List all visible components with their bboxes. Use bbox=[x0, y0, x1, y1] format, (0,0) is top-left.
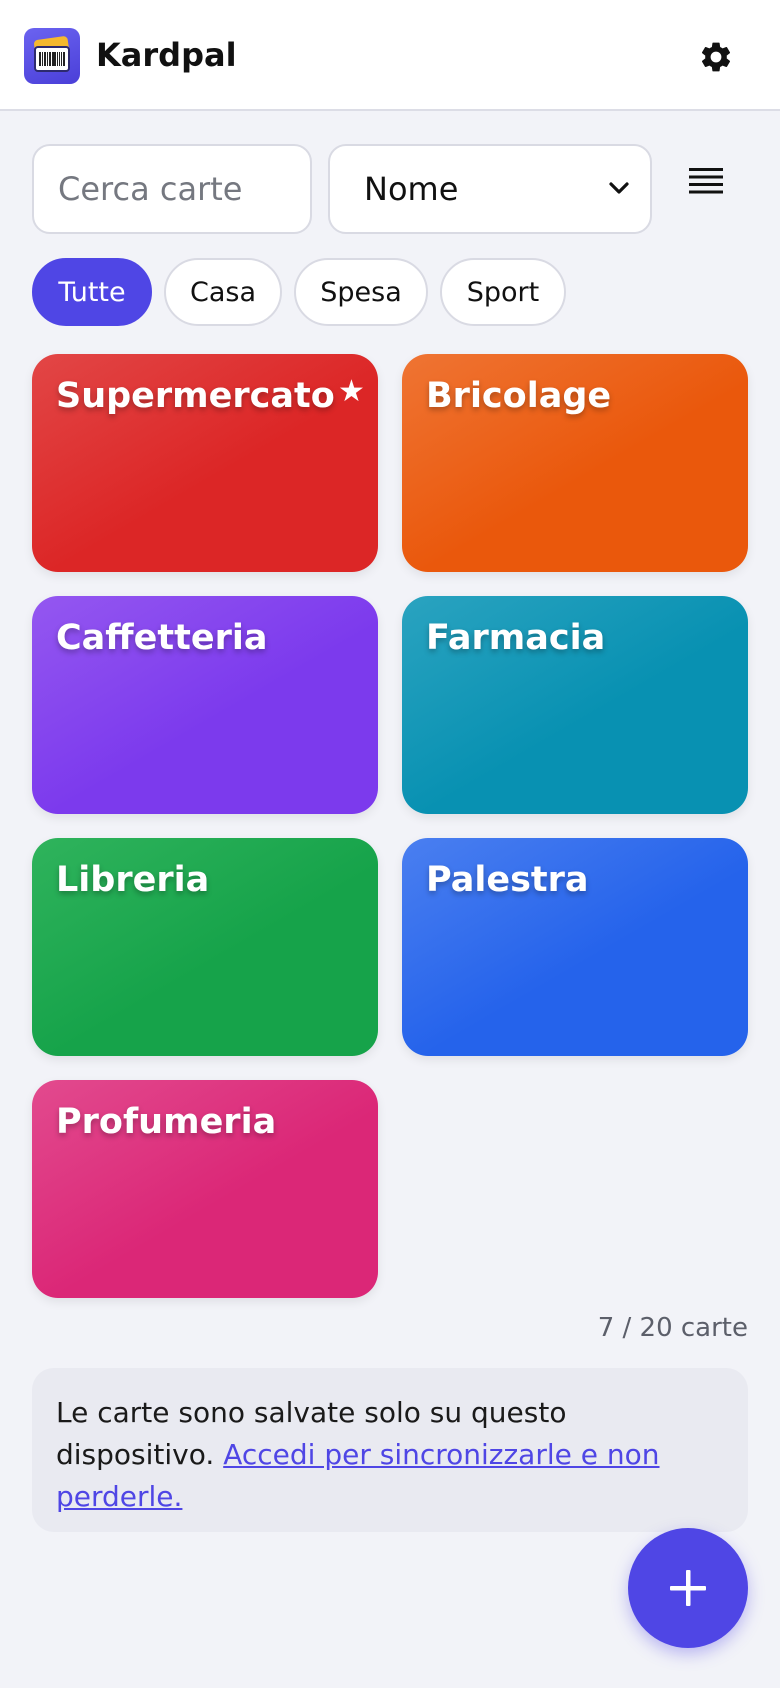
card-name: Bricolage bbox=[426, 376, 612, 416]
filter-chip-spesa[interactable]: Spesa bbox=[294, 258, 428, 326]
card-name: Libreria bbox=[56, 860, 210, 900]
filter-chip-label: Sport bbox=[466, 276, 540, 308]
add-card-button[interactable] bbox=[628, 1528, 748, 1648]
search-input[interactable] bbox=[32, 144, 312, 234]
star-icon: ★ bbox=[338, 374, 365, 409]
card-farmacia[interactable]: Farmacia bbox=[402, 596, 748, 814]
card-count: 7 / 20 carte bbox=[597, 1313, 748, 1343]
loyalty-card-logo-icon bbox=[24, 28, 80, 84]
card-palestra[interactable]: Palestra bbox=[402, 838, 748, 1056]
card-profumeria[interactable]: Profumeria bbox=[32, 1080, 378, 1298]
chevron-down-icon bbox=[609, 182, 629, 194]
card-name: Supermercato bbox=[56, 376, 335, 416]
filter-chip-sport[interactable]: Sport bbox=[440, 258, 566, 326]
card-name: Caffetteria bbox=[56, 618, 268, 658]
filter-chip-label: Casa bbox=[189, 276, 256, 308]
sort-selected-value: Nome bbox=[364, 170, 459, 208]
view-toggle-button[interactable] bbox=[688, 166, 728, 206]
filter-chip-casa[interactable]: Casa bbox=[164, 258, 282, 326]
card-supermercato[interactable]: Supermercato ★ bbox=[32, 354, 378, 572]
list-view-icon bbox=[689, 168, 723, 194]
card-caffetteria[interactable]: Caffetteria bbox=[32, 596, 378, 814]
filter-chip-tutte[interactable]: Tutte bbox=[32, 258, 152, 326]
card-name: Palestra bbox=[426, 860, 589, 900]
sort-select[interactable]: Nome bbox=[328, 144, 652, 234]
app-header: Kardpal bbox=[0, 0, 780, 111]
local-storage-notice: Le carte sono salvate solo su questo dis… bbox=[32, 1368, 748, 1532]
filter-chip-label: Spesa bbox=[320, 276, 402, 308]
card-bricolage[interactable]: Bricolage bbox=[402, 354, 748, 572]
settings-button[interactable] bbox=[696, 37, 736, 77]
card-name: Farmacia bbox=[426, 618, 606, 658]
app-title: Kardpal bbox=[96, 36, 237, 74]
gear-icon bbox=[701, 42, 731, 72]
plus-icon bbox=[670, 1570, 706, 1606]
card-name: Profumeria bbox=[56, 1102, 277, 1142]
filter-chip-label: Tutte bbox=[58, 276, 126, 308]
card-libreria[interactable]: Libreria bbox=[32, 838, 378, 1056]
